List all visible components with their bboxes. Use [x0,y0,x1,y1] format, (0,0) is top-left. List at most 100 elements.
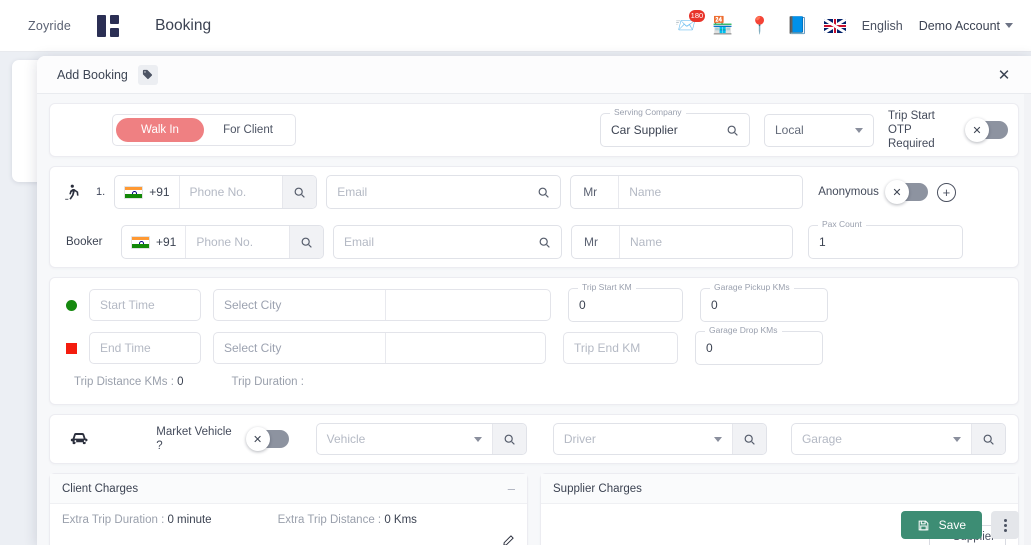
language-label[interactable]: English [862,19,903,33]
minus-icon[interactable]: – [508,482,515,495]
trip-distance-label: Trip Distance KMs : [74,376,174,388]
pencil-icon[interactable] [502,534,515,545]
market-vehicle-toggle[interactable]: ✕ [245,427,289,451]
tab-walk-in[interactable]: Walk In [116,118,204,142]
driver-select-group[interactable]: Driver [552,423,767,455]
search-icon[interactable] [282,176,317,208]
start-location-group[interactable]: Select City [213,289,551,321]
pax-count-input[interactable] [809,226,962,258]
booker-phone-input[interactable] [186,235,289,249]
end-address-input[interactable] [386,333,545,363]
booker-name-input[interactable] [620,235,792,249]
store-icon[interactable]: 🏪 [712,17,733,34]
garage-drop-km-input[interactable] [696,332,822,364]
garage-drop-km-field[interactable]: Garage Drop KMs [695,325,823,365]
client-charges-panel: Client Charges – Extra Trip Duration : 0… [49,473,528,545]
country-code[interactable]: +91 [115,176,180,208]
passenger-email-field[interactable] [326,175,562,209]
end-time-field[interactable]: End Time [89,332,201,364]
passenger-phone-group[interactable]: +91 [114,175,318,209]
garage-pickup-km-field[interactable]: Garage Pickup KMs [700,282,828,322]
booking-type-panel: Walk In For Client Serving Company Local [49,103,1019,157]
chevron-down-icon [713,436,722,442]
modal-scrollbar[interactable] [1024,94,1031,545]
vehicle-select[interactable]: Vehicle [317,424,492,454]
pax-count-label: Pax Count [818,219,866,229]
india-flag-icon [124,185,144,199]
passenger-name-group[interactable]: Mr [570,175,804,209]
save-floppy-icon [918,520,928,530]
chevron-down-icon [1005,23,1013,28]
garage-select[interactable]: Garage [792,424,971,454]
vehicle-select-group[interactable]: Vehicle [315,423,527,455]
garage-pickup-km-label: Garage Pickup KMs [710,282,794,292]
passenger-phone-input[interactable] [179,185,283,199]
charges-section: Client Charges – Extra Trip Duration : 0… [49,473,1019,545]
mail-icon[interactable]: 📨 180 [675,10,706,34]
pax-count-field[interactable]: Pax Count [808,219,963,259]
serving-company-label: Serving Company [610,107,686,117]
trip-type-select[interactable]: Local [764,113,874,147]
info-book-icon[interactable]: 📘 [787,17,808,34]
trip-end-km-field[interactable]: Trip End KM [563,332,678,364]
close-icon: ✕ [965,118,989,142]
passenger-name-input[interactable] [619,185,803,199]
garage-drop-km-label: Garage Drop KMs [705,325,782,335]
extra-trip-duration-label: Extra Trip Duration : [62,514,165,526]
start-time-field[interactable]: Start Time [89,289,201,321]
garage-select-group[interactable]: Garage [790,423,1007,455]
modal-title: Add Booking [57,67,128,82]
search-icon[interactable] [491,424,526,454]
map-pin-icon[interactable]: 📍 [749,17,770,34]
country-code[interactable]: +91 [122,226,187,258]
passenger-panel: 1. +91 Phone No. Email Mr Name Anonymous… [49,166,1019,268]
close-icon[interactable]: ✕ [991,62,1017,88]
start-address-input[interactable] [386,290,550,320]
passenger-email-input[interactable] [327,176,527,208]
tag-icon[interactable] [137,64,158,85]
search-icon[interactable] [527,226,561,258]
grid-logo-icon[interactable] [97,14,120,37]
booker-name-group[interactable]: Mr [571,225,793,259]
search-icon[interactable] [526,176,560,208]
passenger-title-select[interactable]: Mr [571,176,620,208]
end-location-group[interactable]: Select City [213,332,546,364]
car-icon [70,432,88,444]
india-flag-icon [131,235,150,249]
modal-footer: Save [900,511,1019,539]
modal-header: Add Booking ✕ [37,56,1031,94]
serving-company-input[interactable] [601,114,715,146]
trip-start-km-field[interactable]: Trip Start KM [568,282,683,322]
search-icon[interactable] [731,424,766,454]
booker-title-select[interactable]: Mr [572,226,620,258]
anonymous-label: Anonymous [818,186,879,198]
end-city-select[interactable]: Select City [214,333,386,363]
garage-pickup-km-input[interactable] [701,289,827,321]
serving-company-field[interactable]: Serving Company [600,107,750,147]
search-icon[interactable] [715,114,749,146]
trip-type-value: Local [775,123,804,137]
trip-start-km-input[interactable] [569,289,682,321]
account-menu[interactable]: Demo Account [919,19,1013,33]
search-icon[interactable] [289,226,323,258]
otp-required-toggle[interactable]: ✕ [965,118,1008,142]
start-city-select[interactable]: Select City [214,290,386,320]
driver-select[interactable]: Driver [554,424,732,454]
search-icon[interactable] [971,424,1006,454]
anonymous-toggle[interactable]: ✕ [884,180,928,204]
save-button[interactable]: Save [900,511,982,539]
more-vertical-icon[interactable] [991,511,1019,539]
tab-for-client[interactable]: For Client [204,118,292,142]
add-passenger-button[interactable]: + [936,182,956,202]
app-header: Zoyride Booking 📨 180 🏪 📍 📘 English Demo… [0,0,1031,52]
country-code-value: +91 [156,235,177,249]
booker-email-field[interactable] [333,225,562,259]
booker-email-input[interactable] [334,226,527,258]
booker-label: Booker [66,236,103,248]
extra-trip-duration-stat: Extra Trip Duration : 0 minute [62,514,212,526]
chevron-down-icon [953,436,962,442]
booker-phone-group[interactable]: +91 [121,225,324,259]
trip-distance-value: 0 [177,376,184,388]
trip-end-row: End Time Select City Trip End KM Garage … [62,325,1006,365]
passenger-row: 1. +91 Phone No. Email Mr Name Anonymous… [50,167,1018,217]
